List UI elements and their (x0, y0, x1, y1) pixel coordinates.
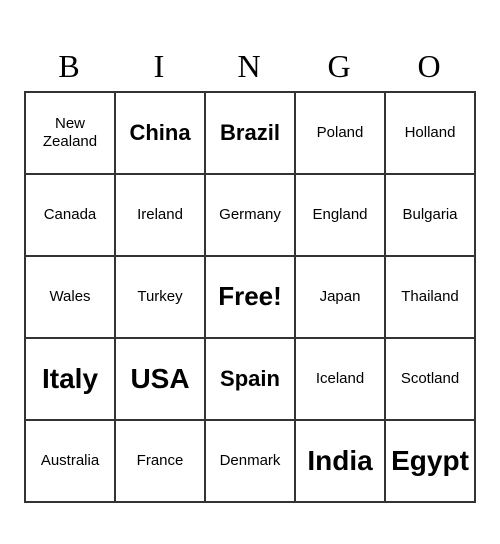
bingo-cell-0-3: Poland (296, 93, 386, 175)
cell-text-4-0: Australia (41, 452, 99, 470)
cell-text-0-1: China (129, 120, 190, 146)
bingo-cell-2-0: Wales (26, 257, 116, 339)
bingo-cell-3-0: Italy (26, 339, 116, 421)
cell-text-1-2: Germany (219, 206, 281, 224)
cell-text-0-2: Brazil (220, 120, 280, 146)
bingo-cell-4-0: Australia (26, 421, 116, 503)
bingo-cell-3-3: Iceland (296, 339, 386, 421)
cell-text-1-1: Ireland (137, 206, 183, 224)
bingo-cell-0-4: Holland (386, 93, 476, 175)
bingo-row-1: Canada Ireland Germany England Bulgaria (26, 175, 476, 257)
bingo-row-0: New Zealand China Brazil Poland Holland (26, 93, 476, 175)
bingo-cell-1-3: England (296, 175, 386, 257)
header-letter-G: G (294, 41, 384, 91)
cell-text-1-3: England (312, 206, 367, 224)
cell-text-3-2: Spain (220, 366, 280, 392)
cell-text-0-4: Holland (405, 124, 456, 142)
cell-text-0-3: Poland (317, 124, 364, 142)
cell-text-2-0: Wales (49, 288, 90, 306)
bingo-row-3: Italy USA Spain Iceland Scotland (26, 339, 476, 421)
bingo-cell-4-1: France (116, 421, 206, 503)
bingo-grid: New Zealand China Brazil Poland Holland Canad… (24, 91, 476, 503)
bingo-cell-0-1: China (116, 93, 206, 175)
cell-text-2-2: Free! (218, 281, 282, 312)
cell-text-4-2: Denmark (220, 452, 281, 470)
bingo-cell-4-3: India (296, 421, 386, 503)
cell-text-1-0: Canada (44, 206, 97, 224)
cell-text-2-4: Thailand (401, 288, 459, 306)
bingo-cell-1-0: Canada (26, 175, 116, 257)
cell-text-0-0: New Zealand (30, 115, 110, 151)
bingo-cell-4-4: Egypt (386, 421, 476, 503)
cell-text-3-0: Italy (42, 362, 98, 396)
header-letter-I: I (114, 41, 204, 91)
bingo-cell-0-0: New Zealand (26, 93, 116, 175)
bingo-cell-2-3: Japan (296, 257, 386, 339)
cell-text-4-4: Egypt (391, 444, 469, 478)
cell-text-1-4: Bulgaria (402, 206, 457, 224)
bingo-header: BINGO (24, 41, 476, 91)
bingo-cell-2-1: Turkey (116, 257, 206, 339)
header-letter-B: B (24, 41, 114, 91)
bingo-cell-3-2: Spain (206, 339, 296, 421)
bingo-cell-1-4: Bulgaria (386, 175, 476, 257)
bingo-cell-2-4: Thailand (386, 257, 476, 339)
bingo-row-2: Wales Turkey Free! Japan Thailand (26, 257, 476, 339)
bingo-cell-0-2: Brazil (206, 93, 296, 175)
bingo-cell-4-2: Denmark (206, 421, 296, 503)
cell-text-2-1: Turkey (137, 288, 182, 306)
bingo-cell-1-2: Germany (206, 175, 296, 257)
bingo-cell-2-2: Free! (206, 257, 296, 339)
bingo-cell-3-1: USA (116, 339, 206, 421)
header-letter-N: N (204, 41, 294, 91)
bingo-row-4: Australia France Denmark India Egypt (26, 421, 476, 503)
cell-text-2-3: Japan (320, 288, 361, 306)
header-letter-O: O (384, 41, 474, 91)
bingo-card: BINGO New Zealand China Brazil Poland Hollan… (24, 41, 476, 503)
cell-text-3-1: USA (130, 362, 189, 396)
cell-text-3-3: Iceland (316, 370, 364, 388)
cell-text-4-1: France (137, 452, 184, 470)
bingo-cell-1-1: Ireland (116, 175, 206, 257)
cell-text-4-3: India (307, 444, 372, 478)
bingo-cell-3-4: Scotland (386, 339, 476, 421)
cell-text-3-4: Scotland (401, 370, 459, 388)
